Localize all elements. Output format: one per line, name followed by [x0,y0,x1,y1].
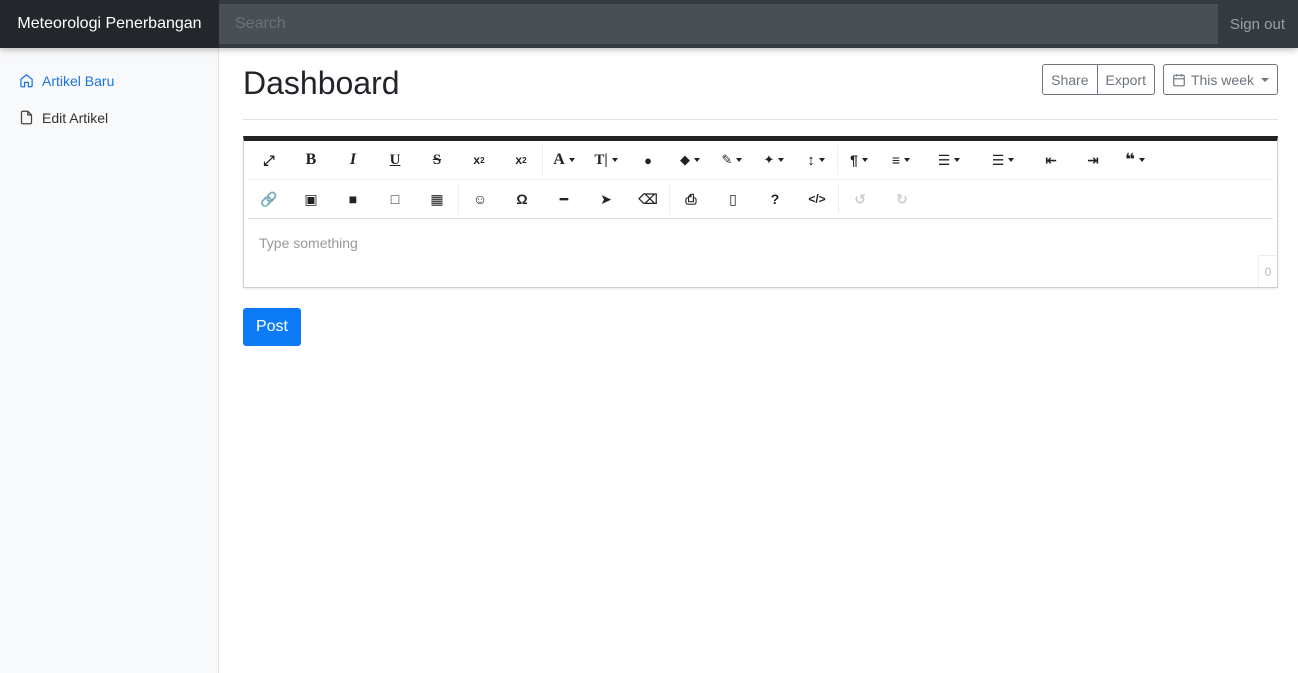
clear-format-icon[interactable]: ⌫ [627,181,669,217]
pdf-icon[interactable]: ▯ [712,181,754,217]
redo-icon[interactable]: ↻ [881,181,923,217]
emoticon-icon[interactable]: ☺ [459,181,501,217]
share-button[interactable]: Share [1042,64,1098,95]
image-icon[interactable]: ▣ [290,181,332,217]
color-icon[interactable]: ● [627,142,669,178]
page-header: Dashboard Share Export This week [243,48,1278,120]
date-range-label: This week [1190,71,1254,88]
date-range-dropdown[interactable]: This week [1162,64,1278,95]
sidebar-item-label: Edit Artikel [42,109,109,126]
rich-text-editor: ⤢ B I U S x2 x2 A T| ● ◆ ✎ ✦ ↕ ¶ ≡ ☰ ☰ ⇤… [243,136,1278,288]
editor-content-area[interactable]: Type something 0 [244,219,1277,287]
toolbar-row-1: ⤢ B I U S x2 x2 A T| ● ◆ ✎ ✦ ↕ ¶ ≡ ☰ ☰ ⇤… [248,141,1273,180]
select-all-icon[interactable]: ➤ [585,181,627,217]
subscript-icon[interactable]: x2 [458,142,500,178]
chevron-down-icon [1261,77,1269,82]
line-height-icon[interactable]: ↕ [795,142,837,178]
font-family-icon[interactable]: A [543,142,585,178]
special-char-icon[interactable]: Ω [501,181,543,217]
table-icon[interactable]: ▦ [416,181,458,217]
help-icon[interactable]: ? [754,181,796,217]
horizontal-line-icon[interactable]: ━ [543,181,585,217]
share-export-group: Share Export [1042,64,1155,95]
character-counter: 0 [1258,255,1277,287]
link-icon[interactable]: 🔗 [248,181,290,217]
export-button[interactable]: Export [1097,64,1155,95]
tag-icon[interactable]: ◆ [669,142,711,178]
sidebar-item-edit-artikel[interactable]: Edit Artikel [0,99,218,136]
italic-icon[interactable]: I [332,142,374,178]
fullscreen-icon[interactable]: ⤢ [248,142,290,178]
strikethrough-icon[interactable]: S [416,142,458,178]
post-button[interactable]: Post [243,308,301,346]
sign-out-link[interactable]: Sign out [1218,16,1298,33]
outdent-icon[interactable]: ⇤ [1030,142,1072,178]
unordered-list-icon[interactable]: ☰ [976,142,1030,178]
paint-brush-icon[interactable]: ✎ [711,142,753,178]
quote-icon[interactable]: ❝ [1114,142,1156,178]
undo-icon[interactable]: ↺ [839,181,881,217]
top-navbar: Meteorologi Penerbangan Sign out [0,0,1298,48]
editor-toolbar: ⤢ B I U S x2 x2 A T| ● ◆ ✎ ✦ ↕ ¶ ≡ ☰ ☰ ⇤… [244,141,1277,219]
search-input[interactable] [219,4,1218,44]
editor-placeholder: Type something [259,235,358,251]
align-icon[interactable]: ≡ [880,142,922,178]
ordered-list-icon[interactable]: ☰ [922,142,976,178]
file-icon[interactable]: □ [374,181,416,217]
sidebar: Artikel Baru Edit Artikel [0,48,219,673]
calendar-icon [1173,73,1185,86]
print-icon[interactable]: ⎙ [670,181,712,217]
video-icon[interactable]: ■ [332,181,374,217]
file-icon [20,110,33,125]
sidebar-item-artikel-baru[interactable]: Artikel Baru [0,62,218,99]
magic-wand-icon[interactable]: ✦ [753,142,795,178]
superscript-icon[interactable]: x2 [500,142,542,178]
sidebar-item-label: Artikel Baru [42,72,115,89]
brand-title[interactable]: Meteorologi Penerbangan [0,0,219,48]
bold-icon[interactable]: B [290,142,332,178]
font-size-icon[interactable]: T| [585,142,627,178]
code-view-icon[interactable]: </> [796,181,838,217]
home-icon [20,74,33,88]
page-title: Dashboard [243,65,400,101]
underline-icon[interactable]: U [374,142,416,178]
main-content: Dashboard Share Export This week ⤢ B I U… [243,48,1278,346]
paragraph-icon[interactable]: ¶ [838,142,880,178]
indent-icon[interactable]: ⇥ [1072,142,1114,178]
toolbar-row-2: 🔗 ▣ ■ □ ▦ ☺ Ω ━ ➤ ⌫ ⎙ ▯ ? </> ↺ ↻ [248,180,1273,219]
header-toolbar: Share Export This week [1042,64,1278,95]
